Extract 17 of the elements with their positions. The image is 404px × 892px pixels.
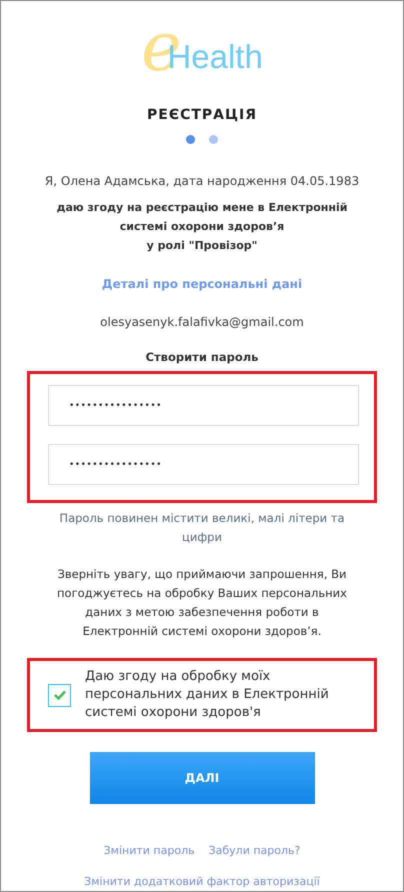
link[interactable]: Забули пароль? [208,844,300,857]
page-title: РЕЄСТРАЦІЯ [147,107,257,123]
check-icon [54,690,66,700]
link[interactable]: Змінити пароль [104,844,195,857]
next-button[interactable]: ДАЛІ [90,752,314,804]
email-text: olesyasenyk.falafivka@gmail.com [100,315,304,329]
details-link[interactable]: Деталі про персональні дані [102,277,302,291]
notice-text: Зверніть увагу, що приймаючи запрошення, Ви погоджуєтесь на обробку Ваших персональних даних з метою забезпечення роботи в Електронній системі охорони здоров’я. [56,566,348,640]
password-heading: Створити пароль [146,350,258,364]
password-field[interactable]: •••••••••••••••• [48,444,359,485]
identity-text: Я, Олена Адамська, дата народження 04.05.1983 [44,174,360,188]
agreement-label: Даю згоду на обробку моїх персональних даних в Електронній системі охорони здоров'я [85,668,330,722]
consent-statement: даю згоду на реєстрацію мене в Електронній системі охорони здоров’я у ролі "Провізор" [56,200,348,254]
password-hint: Пароль повинен містити великі, малі літери та цифри [58,510,346,546]
checkbox[interactable] [48,684,71,706]
password-field[interactable]: •••••••••••••••• [48,385,359,426]
link[interactable]: Змінити додатковий фактор авторизації [84,875,320,888]
